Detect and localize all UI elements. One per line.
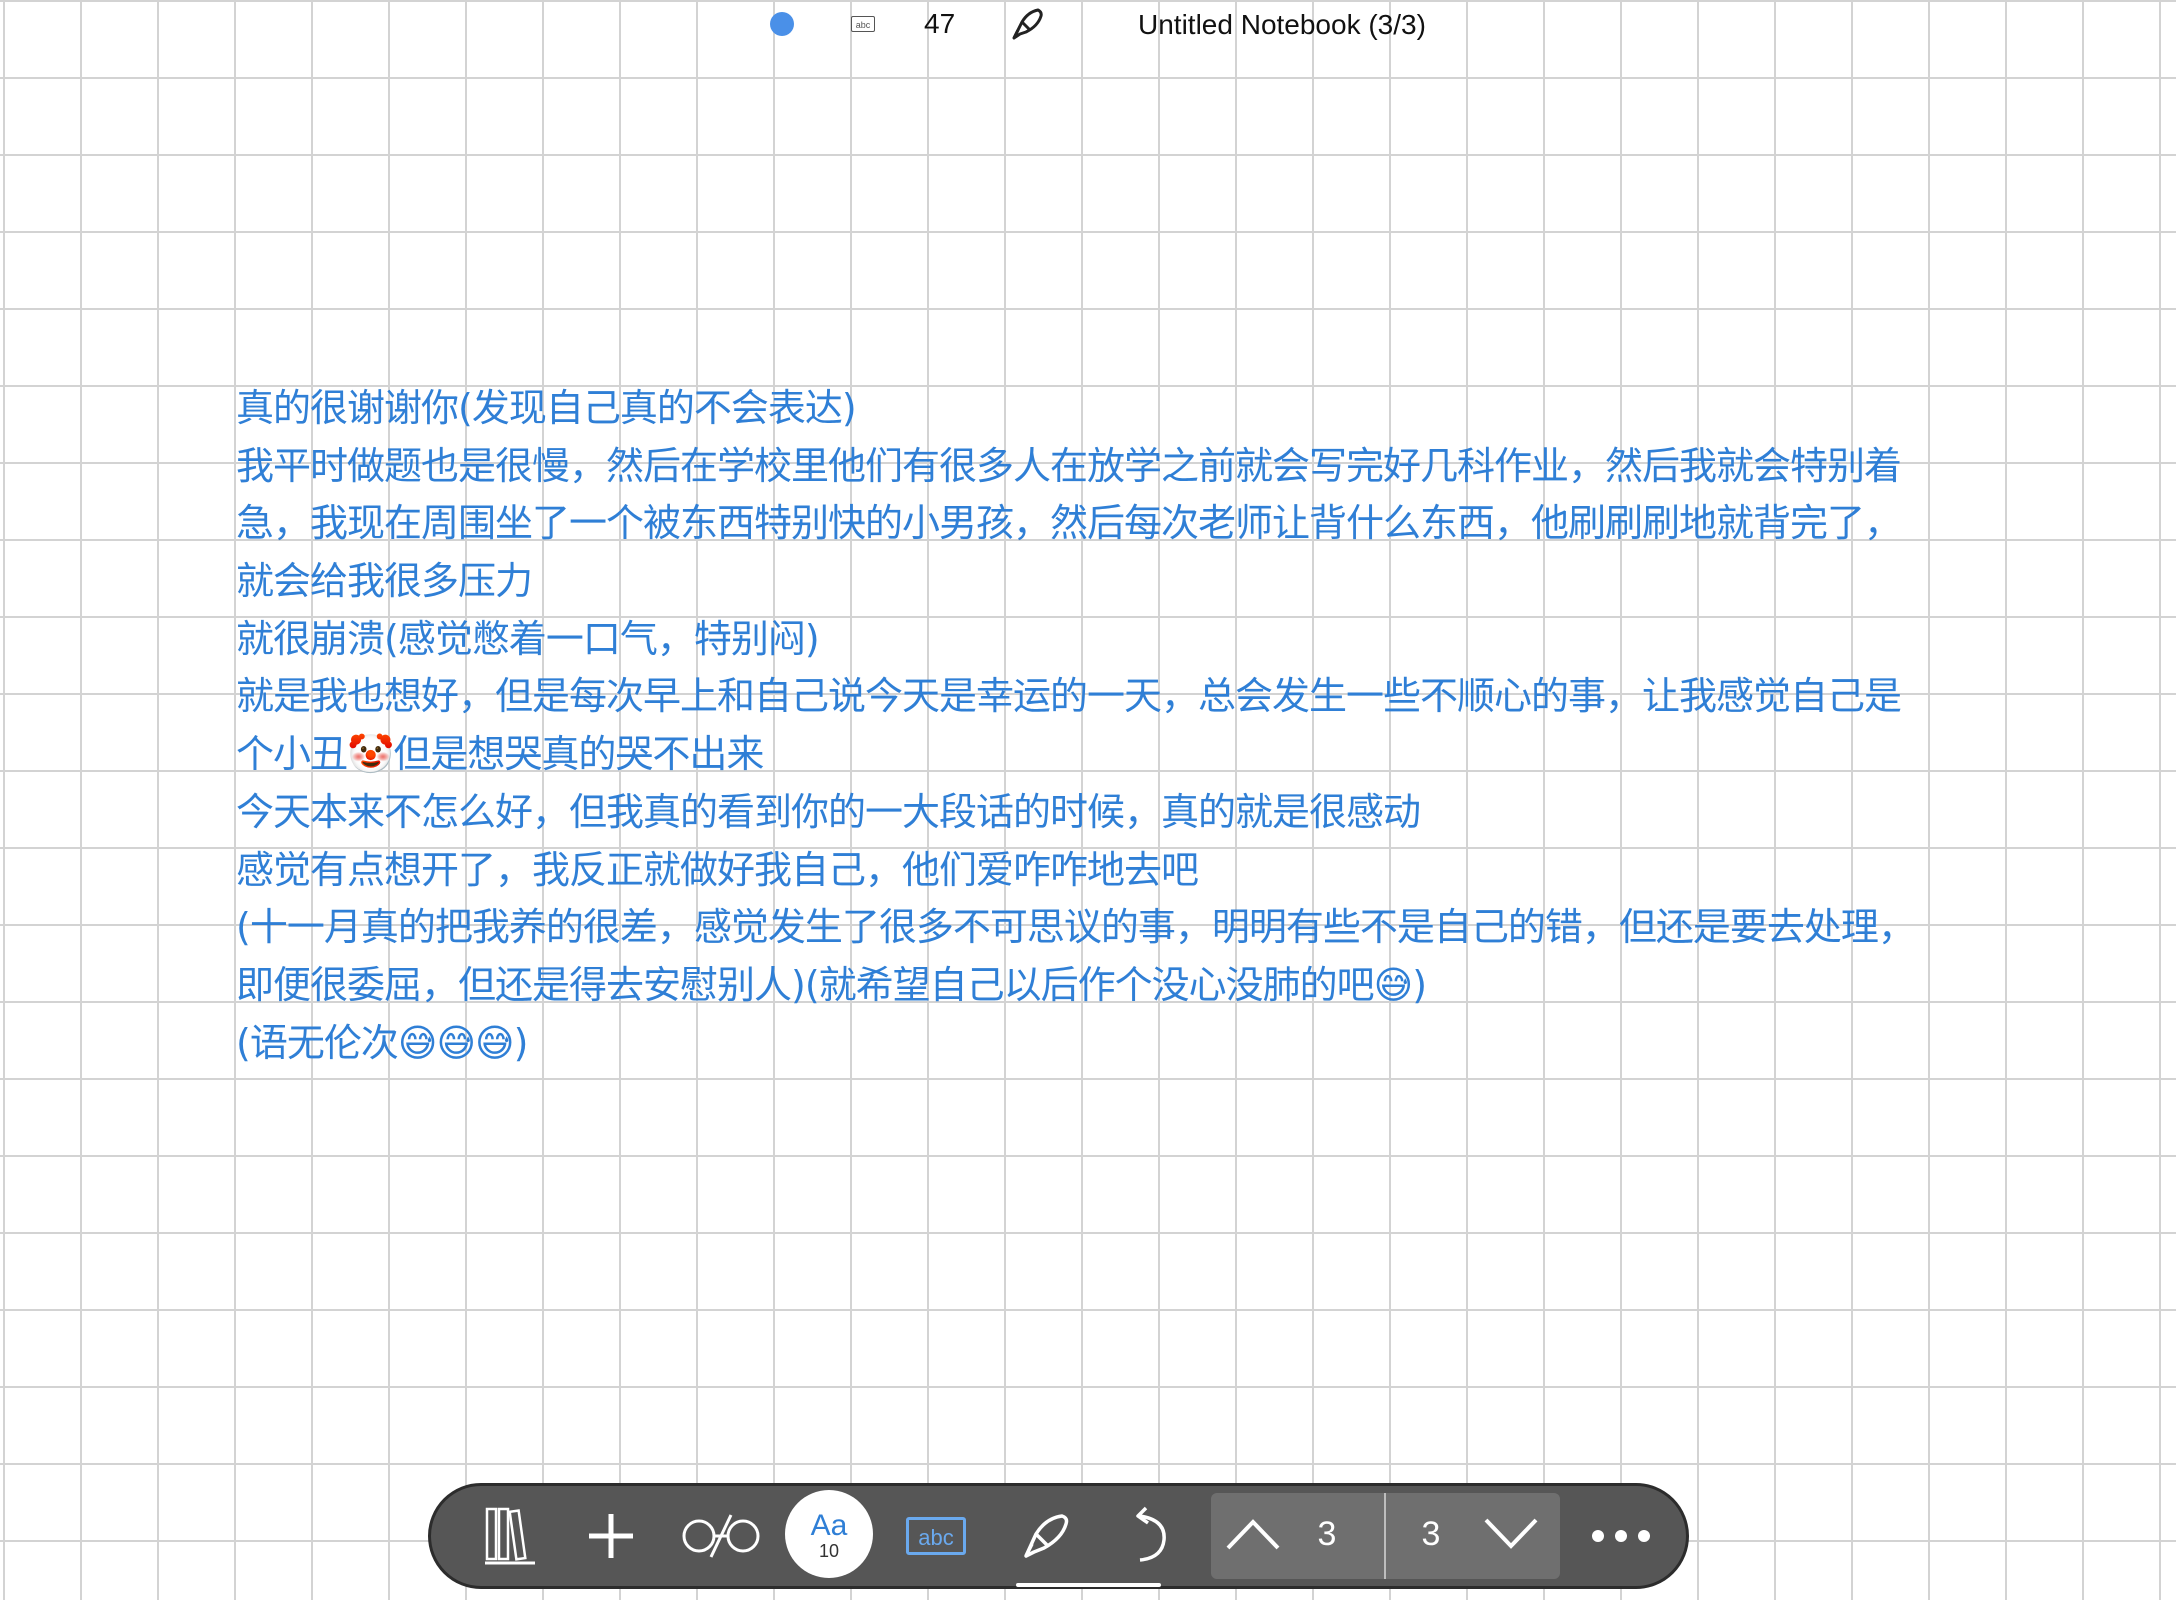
note-line: (语无伦次😅😅😅)	[236, 1020, 529, 1065]
note-line: (十一月真的把我养的很差，感觉发生了很多不可思议的事，明明有些不是自己的错，但还…	[236, 905, 1916, 950]
note-line: 今天本来不怎么好，但我真的看到你的一大段话的时候，真的就是很感动	[236, 789, 1421, 834]
previous-page-button[interactable]	[1221, 1501, 1285, 1571]
note-text-area[interactable]: 真的很谢谢你(发现自己真的不会表达) 我平时做题也是很慢，然后在学校里他们有很多…	[236, 380, 1986, 1072]
status-bar: abc 47 Untitled Notebook (3/3)	[0, 0, 2176, 52]
search-button[interactable]	[671, 1494, 771, 1578]
font-button[interactable]: Aa 10	[785, 1490, 873, 1578]
text-mode-button[interactable]: abc	[891, 1494, 981, 1578]
pen-button[interactable]	[1001, 1494, 1091, 1578]
abc-label: abc	[906, 1517, 966, 1555]
note-line: 个小丑🤡但是想哭真的哭不出来	[236, 732, 764, 777]
note-line: 就是我也想好，但是每次早上和自己说今天是幸运的一天，总会发生一些不顺心的事，让我…	[236, 674, 1902, 719]
pen-active-indicator	[1016, 1583, 1161, 1587]
page-navigator: 3 3	[1211, 1493, 1560, 1579]
status-dot	[770, 12, 794, 36]
note-line: 真的很谢谢你(发现自己真的不会表达)	[236, 386, 857, 430]
library-button[interactable]	[471, 1494, 551, 1578]
page-divider	[1384, 1493, 1386, 1579]
library-icon	[483, 1505, 539, 1567]
pen-status-icon	[1008, 4, 1048, 44]
font-size: 10	[818, 1541, 840, 1561]
note-line: 急，我现在周围坐了一个被东西特别快的小男孩，然后每次老师让背什么东西，他刷刷刷地…	[236, 501, 1902, 546]
pen-icon	[1018, 1508, 1074, 1564]
bottom-toolbar: Aa 10 abc 3 3	[428, 1483, 1689, 1589]
more-button[interactable]	[1581, 1494, 1661, 1578]
note-line: 就很崩溃(感觉憋着一口气，特别闷)	[236, 616, 820, 661]
undo-icon	[1126, 1506, 1176, 1566]
note-line: 我平时做题也是很慢，然后在学校里他们有很多人在放学之前就会写完好几科作业，然后我…	[236, 443, 1902, 488]
undo-button[interactable]	[1111, 1494, 1191, 1578]
note-line: 感觉有点想开了，我反正就做好我自己，他们爱咋咋地去吧	[236, 847, 1199, 892]
glasses-icon	[679, 1511, 763, 1561]
current-page-number: 3	[1317, 1515, 1337, 1553]
text-mode-icon: abc	[851, 16, 875, 32]
chevron-up-icon	[1224, 1516, 1282, 1557]
more-icon	[1591, 1529, 1651, 1543]
chevron-down-icon	[1482, 1516, 1540, 1557]
font-label: Aa	[810, 1509, 848, 1542]
plus-icon	[585, 1510, 637, 1562]
total-pages-number: 3	[1421, 1515, 1441, 1553]
note-line: 就会给我很多压力	[236, 559, 533, 604]
notebook-title: Untitled Notebook (3/3)	[1138, 9, 1426, 40]
add-button[interactable]	[571, 1494, 651, 1578]
word-count: 47	[924, 8, 956, 39]
note-line: 即便很委屈，但还是得去安慰别人)(就希望自己以后作个没心没肺的吧😅)	[236, 962, 1427, 1007]
next-page-button[interactable]	[1473, 1501, 1549, 1571]
